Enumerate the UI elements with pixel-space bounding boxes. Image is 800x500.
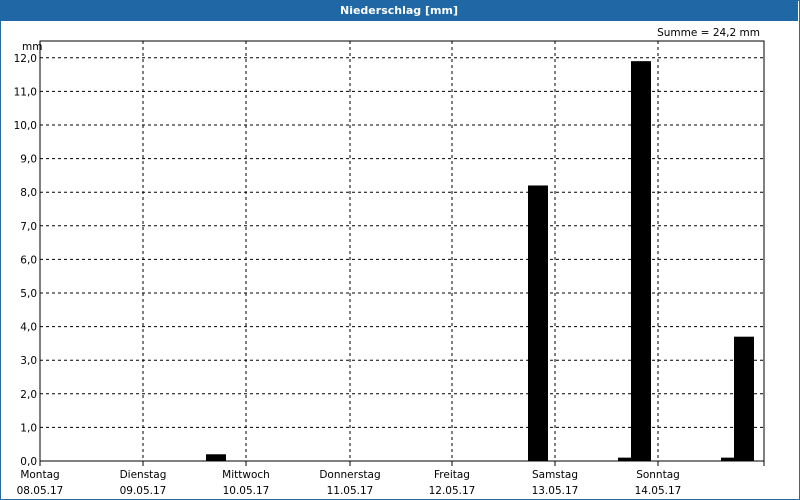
bar [528,185,548,462]
y-tick-label: 8,0 [20,187,37,199]
bar [631,61,651,461]
bar [206,454,226,461]
y-tick-label: 0,0 [20,456,37,468]
x-tick-date: 11.05.17 [327,485,374,497]
x-tick-date: 09.05.17 [120,485,167,497]
x-tick-date: 08.05.17 [17,485,64,497]
y-tick-label: 9,0 [20,154,37,166]
y-tick-label: 7,0 [20,221,37,233]
x-tick-date: 13.05.17 [532,485,579,497]
x-tick-weekday: Mittwoch [222,469,270,481]
x-tick-date: 12.05.17 [429,485,476,497]
y-tick-label: 11,0 [14,86,37,98]
x-tick-weekday: Freitag [434,469,470,481]
y-tick-label: 6,0 [20,254,37,266]
y-axis-label: mm [22,41,42,53]
x-tick-weekday: Sonntag [636,469,680,481]
y-tick-label: 4,0 [20,322,37,334]
labels: 0,0 1,0 2,0 3,0 4,0 5,0 6,0 7,0 8,0 9,0 10,0 11,0 12… [14,53,682,497]
x-tick-weekday: Donnerstag [319,469,380,481]
axes [39,40,765,466]
x-tick-date: 14.05.17 [635,485,682,497]
grid [40,41,764,461]
y-tick-label: 2,0 [20,389,37,401]
x-tick-date: 10.05.17 [223,485,270,497]
plot-area-border [39,40,765,462]
y-tick-label: 3,0 [20,355,37,367]
x-tick-weekday: Dienstag [120,469,167,481]
bar [734,336,754,461]
y-tick-label: 12,0 [14,53,37,65]
y-tick-label: 1,0 [20,422,37,434]
y-tick-label: 5,0 [20,288,37,300]
sum-annotation: Summe = 24,2 mm [657,27,760,39]
x-tick-weekday: Montag [20,469,59,481]
chart-svg: 0,0 1,0 2,0 3,0 4,0 5,0 6,0 7,0 8,0 9,0 10,0 11,0 12… [14,27,765,497]
y-tick-label: 10,0 [14,120,37,132]
x-tick-weekday: Samstag [532,469,578,481]
bars [206,61,754,462]
